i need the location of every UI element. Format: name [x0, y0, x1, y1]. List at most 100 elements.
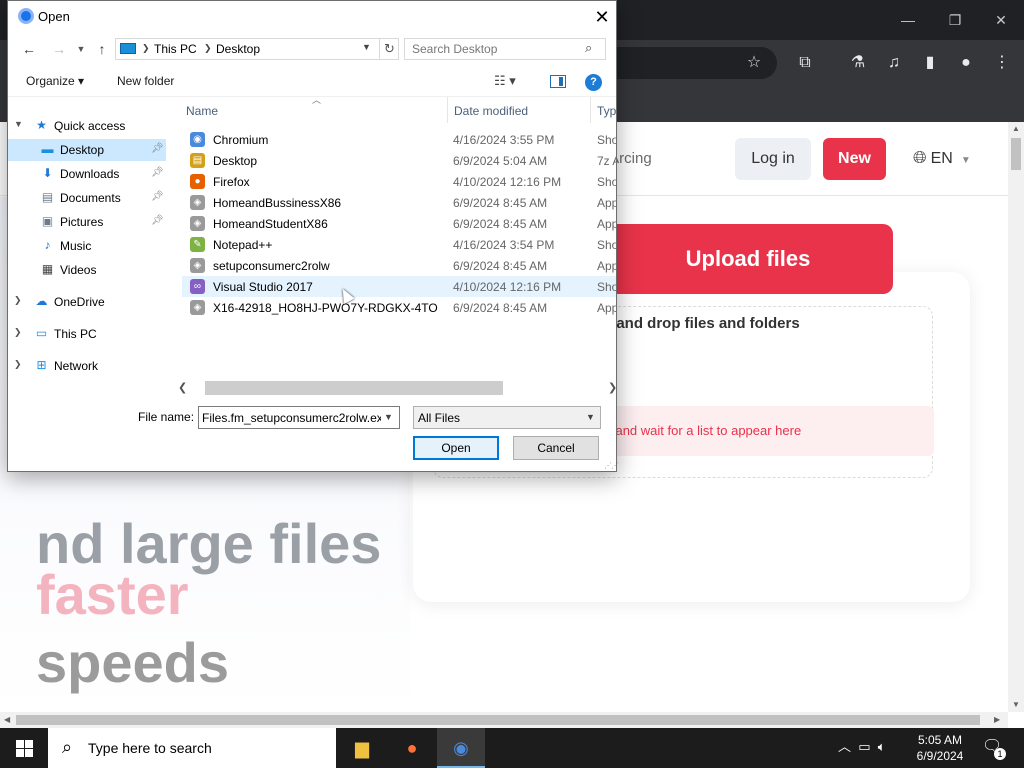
volume-muted-icon[interactable]: 🔈︎	[878, 739, 886, 754]
nav-item-quick-access[interactable]: ▼ ★ Quick access	[8, 115, 166, 137]
nav-item-onedrive[interactable]: ❯ ☁ OneDrive	[8, 291, 166, 313]
scroll-left-arrow-icon[interactable]: ❮	[178, 381, 187, 394]
file-date-modified: 4/16/2024 3:54 PM	[453, 238, 555, 252]
breadcrumb-this-pc[interactable]: This PC	[154, 42, 197, 56]
cancel-button[interactable]: Cancel	[513, 436, 599, 460]
maximize-button[interactable]: ❐	[940, 8, 970, 32]
installer-icon: ◈	[190, 258, 205, 273]
file-name-input[interactable]	[199, 407, 381, 428]
nav-item-videos[interactable]: ▦ Videos	[8, 259, 166, 281]
chevron-down-icon[interactable]: ▼	[384, 412, 393, 422]
file-type-filter-select[interactable]: All Files ▼	[413, 406, 601, 429]
forward-arrow-icon[interactable]: →	[48, 39, 70, 59]
file-row[interactable]: ● Firefox 4/10/2024 12:16 PM Shortcut	[182, 171, 616, 192]
pin-icon: 📌︎	[151, 215, 164, 226]
taskbar-search-box[interactable]: ⌕ Type here to search	[48, 728, 336, 768]
column-header-date[interactable]: Date modified	[454, 104, 528, 118]
dialog-close-button[interactable]: ✕	[588, 3, 616, 31]
scroll-right-arrow-icon[interactable]: ❯	[608, 381, 617, 394]
file-row[interactable]: ◈ X16-42918_HO8HJ-PWO7Y-RDGKX-4TOR... 6/9/…	[182, 297, 616, 318]
upload-files-button[interactable]: Upload files	[603, 224, 893, 294]
help-button[interactable]: ?	[585, 74, 602, 91]
page-horizontal-scroll-thumb[interactable]	[16, 715, 980, 725]
labs-flask-icon[interactable]: ⚗	[846, 52, 870, 74]
chevron-right-icon[interactable]: ❯	[14, 359, 22, 370]
installer-icon: ◈	[190, 300, 205, 315]
nav-item-network[interactable]: ❯ ⊞ Network	[8, 355, 166, 377]
chevron-right-icon[interactable]: ❯	[14, 327, 22, 338]
file-date-modified: 4/10/2024 12:16 PM	[453, 175, 562, 189]
column-header-name[interactable]: Name	[186, 104, 218, 118]
language-selector[interactable]: 🌐︎ EN ▼	[913, 148, 971, 168]
nav-item-this-pc[interactable]: ❯ ▭ This PC	[8, 323, 166, 345]
chromium-taskbar-icon[interactable]: ◉	[437, 728, 485, 768]
up-arrow-icon[interactable]: ↑	[91, 39, 113, 59]
back-arrow-icon[interactable]: ←	[18, 39, 40, 59]
address-history-chevron-icon[interactable]: ▼	[362, 42, 371, 52]
change-view-icon[interactable]: ☷ ▾	[494, 73, 516, 89]
dialog-search-box[interactable]: ⌕	[404, 38, 606, 60]
media-control-icon[interactable]: ♫	[882, 52, 906, 74]
nav-item-pictures[interactable]: ▣ Pictures 📌︎	[8, 211, 166, 233]
page-vertical-scroll-thumb[interactable]	[1011, 138, 1021, 170]
nav-item-label: Desktop	[60, 143, 105, 157]
scroll-right-arrow-icon[interactable]: ▶	[994, 715, 1000, 724]
login-button[interactable]: Log in	[735, 138, 811, 180]
file-list-horizontal-scrollbar[interactable]: ❮ ❯	[172, 380, 617, 397]
file-row[interactable]: ◈ HomeandStudentX86 6/9/2024 8:45 AM Applic…	[182, 213, 616, 234]
column-divider[interactable]	[447, 97, 448, 123]
file-row[interactable]: ✎ Notepad++ 4/16/2024 3:54 PM Shortcut	[182, 234, 616, 255]
file-explorer-taskbar-icon[interactable]: ▆	[338, 728, 386, 768]
dialog-search-input[interactable]	[405, 39, 585, 59]
chevron-right-icon[interactable]: ❯	[14, 295, 22, 306]
nav-item-music[interactable]: ♪ Music	[8, 235, 166, 257]
nav-item-desktop[interactable]: ▬ Desktop 📌︎	[8, 139, 166, 161]
preview-pane-icon[interactable]	[550, 75, 566, 88]
refresh-icon[interactable]: ↻	[379, 39, 399, 59]
drag-drop-hint: g and drop files and folders	[603, 315, 800, 332]
breadcrumb-desktop[interactable]: Desktop	[216, 42, 260, 56]
new-button[interactable]: New	[823, 138, 886, 180]
scroll-down-arrow-icon[interactable]: ▼	[1012, 700, 1020, 709]
scroll-up-arrow-icon[interactable]: ▲	[1012, 124, 1020, 133]
nav-item-documents[interactable]: ▤ Documents 📌︎	[8, 187, 166, 209]
system-tray[interactable]: ︿ ▭ 🔈︎	[838, 736, 886, 755]
column-divider[interactable]	[590, 97, 591, 123]
file-date-modified: 6/9/2024 8:45 AM	[453, 196, 548, 210]
recent-locations-chevron-icon[interactable]: ▼	[70, 39, 92, 59]
extensions-icon[interactable]: ⧉	[793, 52, 817, 74]
language-label: EN	[930, 150, 953, 167]
minimize-button[interactable]: —	[893, 8, 923, 32]
chevron-right-icon: ❯	[142, 43, 150, 53]
dialog-address-bar[interactable]: ❯ This PC ❯ Desktop ▼ ↻	[115, 38, 399, 60]
resize-grip-icon[interactable]: ⋰⋰	[604, 461, 619, 470]
browser-menu-icon[interactable]: ⋮	[990, 52, 1014, 74]
file-row[interactable]: ◉ Chromium 4/16/2024 3:55 PM Shortcut	[182, 129, 616, 150]
show-hidden-icons-icon[interactable]: ︿	[838, 739, 851, 754]
file-name: Notepad++	[213, 238, 273, 252]
file-row[interactable]: ◈ HomeandBussinessX86 6/9/2024 8:45 AM Appl…	[182, 192, 616, 213]
nav-item-downloads[interactable]: ⬇ Downloads 📌︎	[8, 163, 166, 185]
file-row[interactable]: ◈ setupconsumerc2rolw 6/9/2024 8:45 AM Appl…	[182, 255, 616, 276]
file-row[interactable]: ∞ Visual Studio 2017 4/10/2024 12:16 PM Sho…	[182, 276, 616, 297]
scroll-left-arrow-icon[interactable]: ◀	[4, 715, 10, 724]
page-vertical-scrollbar[interactable]	[1008, 122, 1024, 712]
start-button[interactable]	[0, 728, 48, 768]
file-name-combobox[interactable]: ▼	[198, 406, 400, 429]
file-row[interactable]: ▤ Desktop 6/9/2024 5:04 AM 7z Archive	[182, 150, 616, 171]
chevron-down-icon[interactable]: ▼	[14, 119, 23, 129]
organize-button[interactable]: Organize ▾	[26, 74, 84, 88]
new-folder-button[interactable]: New folder	[117, 74, 174, 88]
file-date-modified: 6/9/2024 8:45 AM	[453, 217, 548, 231]
clock-time: 5:05 AM	[917, 733, 963, 747]
side-panel-icon[interactable]: ▮	[918, 52, 942, 74]
firefox-taskbar-icon[interactable]: ●	[388, 728, 436, 768]
bookmark-star-icon[interactable]: ☆	[742, 52, 766, 74]
file-list-scroll-thumb[interactable]	[205, 381, 503, 395]
open-button[interactable]: Open	[413, 436, 499, 460]
taskbar-clock[interactable]: 5:05 AM 6/9/2024	[905, 732, 975, 764]
profile-avatar-icon[interactable]: ●	[954, 52, 978, 74]
network-status-icon[interactable]: ▭	[858, 739, 870, 754]
column-header-type[interactable]: Type	[597, 104, 616, 118]
window-close-button[interactable]: ✕	[986, 8, 1016, 32]
